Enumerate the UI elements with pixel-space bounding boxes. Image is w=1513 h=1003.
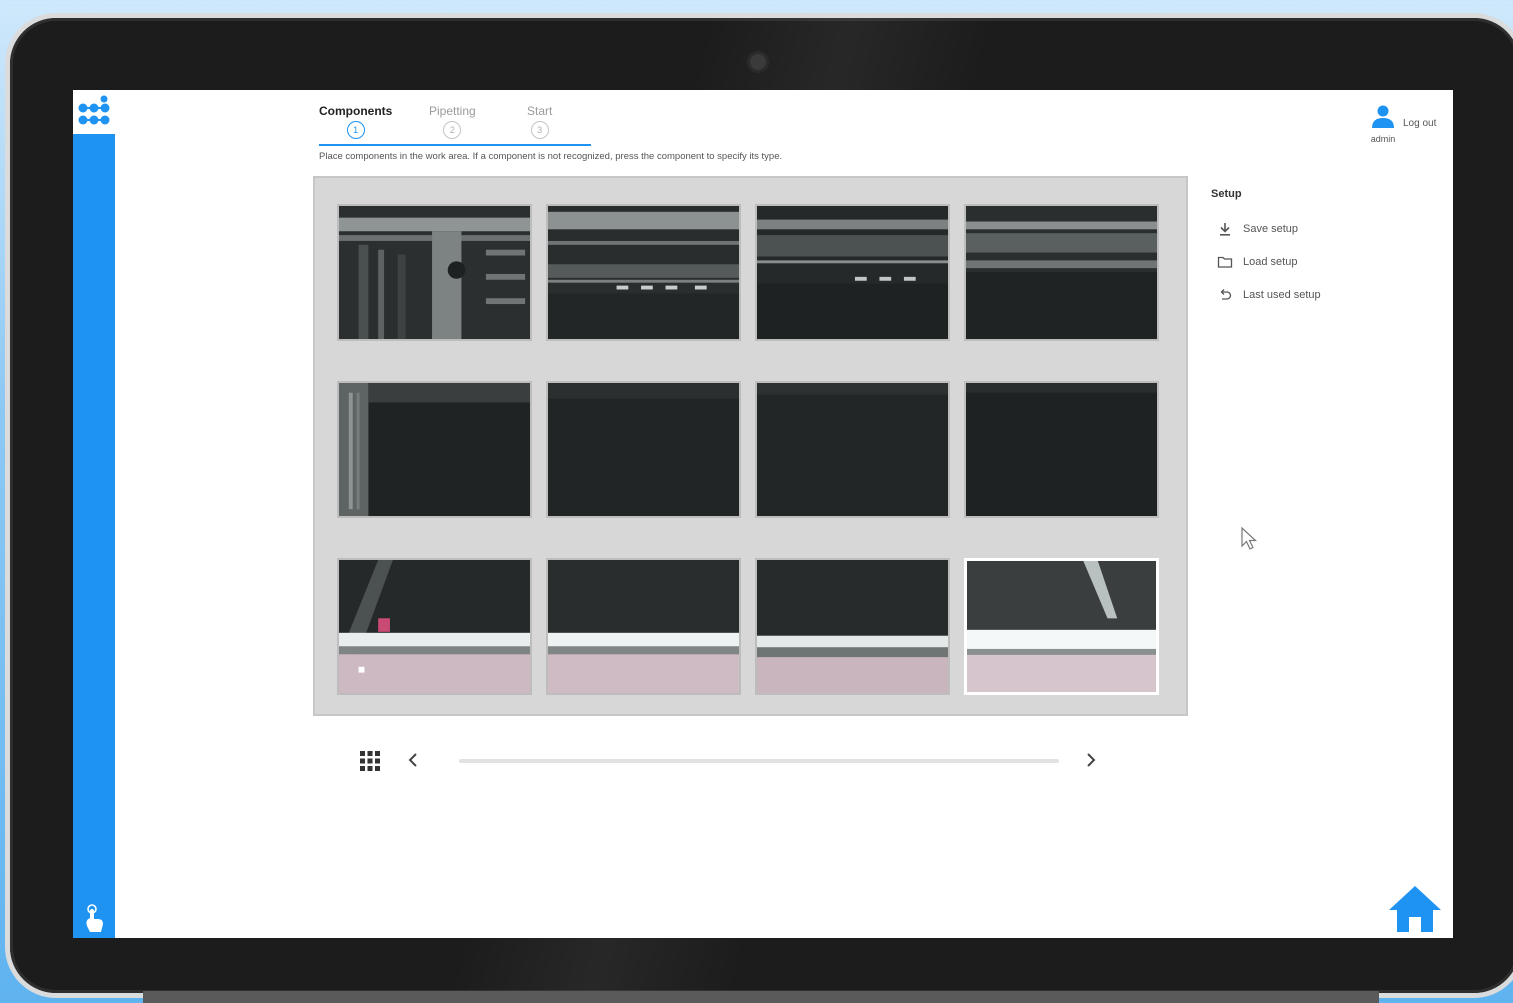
- camera-tile[interactable]: [755, 558, 950, 695]
- logout-link[interactable]: Log out: [1403, 118, 1436, 129]
- camera-feed-image: [339, 560, 530, 693]
- touch-icon[interactable]: [81, 904, 107, 934]
- last-used-setup-button[interactable]: Last used setup: [1211, 278, 1411, 311]
- chevron-right-icon[interactable]: [1085, 752, 1097, 768]
- setup-item-label: Save setup: [1243, 222, 1299, 235]
- camera-feed-image: [966, 383, 1157, 516]
- setup-title: Setup: [1211, 188, 1242, 200]
- camera-feed-image: [966, 206, 1157, 339]
- camera-tile[interactable]: [546, 204, 741, 341]
- instructions-text: Place components in the work area. If a …: [319, 151, 783, 162]
- camera-navigation: [359, 748, 1099, 772]
- folder-icon: [1217, 256, 1233, 268]
- camera-tile[interactable]: [755, 381, 950, 518]
- grid-view-icon[interactable]: [359, 750, 381, 772]
- sidebar: [73, 90, 115, 938]
- camera-grid: [313, 176, 1188, 716]
- setup-item-label: Last used setup: [1243, 288, 1321, 301]
- step-components[interactable]: Components 1: [319, 104, 392, 139]
- stepper-progress-line: [319, 144, 591, 146]
- camera-feed-image: [757, 383, 948, 516]
- network-nodes-icon[interactable]: [77, 94, 111, 128]
- camera-scroll-track[interactable]: [459, 759, 1059, 763]
- camera-feed-image: [757, 206, 948, 339]
- camera-tile[interactable]: [964, 204, 1159, 341]
- camera-tile[interactable]: [337, 204, 532, 341]
- download-icon: [1220, 222, 1230, 236]
- camera-feed-image: [548, 383, 739, 516]
- progress-stepper: Components 1 Pipetting 2 Start 3: [319, 104, 599, 146]
- app-screen: Components 1 Pipetting 2 Start 3 Place c…: [73, 90, 1453, 938]
- step-label: Pipetting: [429, 104, 476, 118]
- camera-tile[interactable]: [337, 381, 532, 518]
- user-name: admin: [1370, 134, 1396, 144]
- save-setup-button[interactable]: Save setup: [1211, 212, 1411, 245]
- camera-tile[interactable]: [964, 381, 1159, 518]
- home-icon[interactable]: [1387, 884, 1443, 934]
- step-number: 3: [530, 121, 549, 139]
- step-label: Start: [527, 104, 553, 118]
- step-label: Components: [319, 104, 393, 118]
- load-setup-button[interactable]: Load setup: [1211, 245, 1411, 278]
- camera-feed-image: [339, 206, 530, 339]
- camera-feed-image: [339, 383, 530, 516]
- setup-panel: Setup Save setup Load setup Last used se…: [1211, 188, 1411, 311]
- camera-feed-image: [757, 560, 948, 693]
- step-start[interactable]: Start 3: [527, 104, 552, 139]
- camera-tile[interactable]: [755, 204, 950, 341]
- undo-icon: [1220, 288, 1232, 300]
- setup-item-label: Load setup: [1243, 255, 1298, 268]
- chevron-left-icon[interactable]: [407, 752, 419, 768]
- camera-tile[interactable]: [546, 558, 741, 695]
- camera-tile-selected[interactable]: [964, 558, 1159, 695]
- webcam: [747, 51, 769, 73]
- laptop-base: [143, 991, 1379, 1003]
- camera-tile[interactable]: [546, 381, 741, 518]
- user-icon[interactable]: [1370, 104, 1396, 130]
- camera-tile[interactable]: [337, 558, 532, 695]
- camera-feed-image: [548, 206, 739, 339]
- step-number: 2: [443, 121, 462, 139]
- camera-feed-image: [548, 560, 739, 693]
- camera-feed-image: [967, 561, 1156, 692]
- step-pipetting[interactable]: Pipetting 2: [429, 104, 476, 139]
- step-number: 1: [346, 121, 365, 139]
- mouse-cursor-icon: [1241, 526, 1258, 550]
- logo-area: [73, 90, 115, 134]
